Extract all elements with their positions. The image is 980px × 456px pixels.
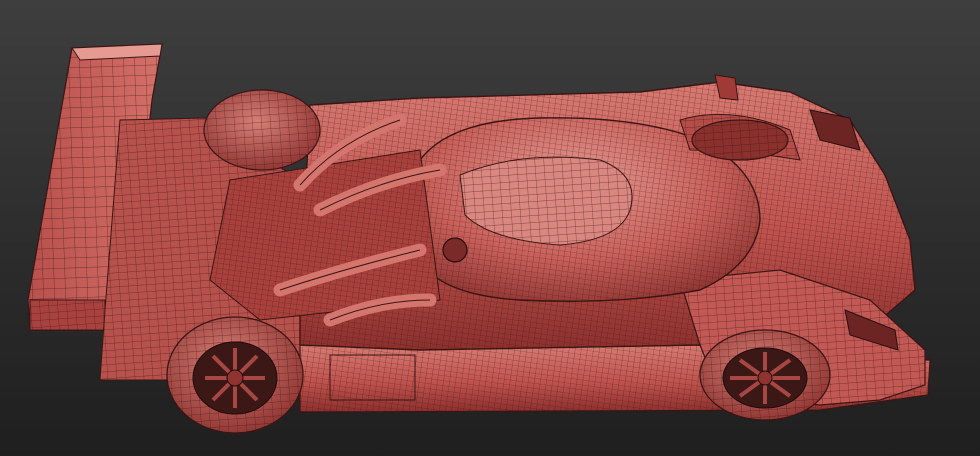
race-car-wireframe-render (27, 43, 931, 434)
fuel-cap (442, 237, 468, 263)
rear-tire-top (203, 89, 321, 171)
rear-wheel (166, 316, 304, 434)
front-tire-top (691, 119, 789, 161)
front-wheel (699, 329, 831, 421)
3d-viewport[interactable] (0, 0, 980, 456)
